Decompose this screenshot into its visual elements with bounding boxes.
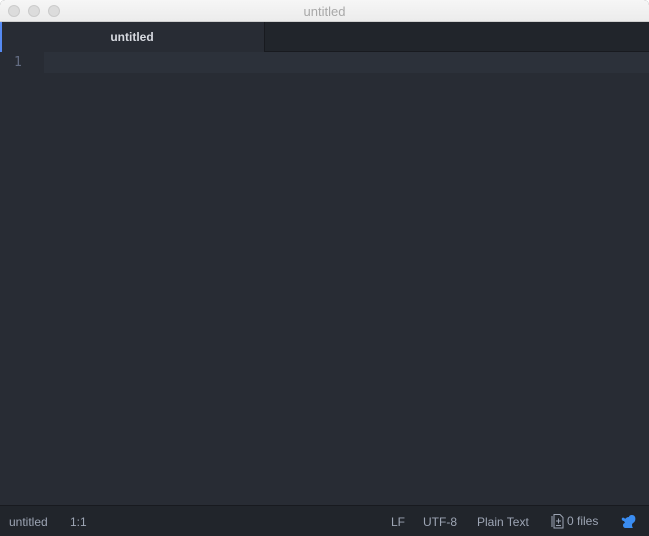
file-diff-icon: [551, 514, 564, 529]
line-number-gutter: 1: [0, 52, 44, 505]
tab-label: untitled: [110, 30, 154, 44]
status-grammar[interactable]: Plain Text: [477, 515, 529, 529]
text-editor[interactable]: 1: [0, 52, 649, 505]
tab-bar: untitled: [0, 22, 649, 52]
files-count: 0 files: [567, 514, 599, 528]
status-line-ending[interactable]: LF: [391, 515, 405, 529]
status-bar: untitled 1:1 LF UTF-8 Plain Text 0 files: [0, 505, 649, 536]
tab-untitled[interactable]: untitled: [0, 22, 265, 52]
status-cursor-position[interactable]: 1:1: [70, 515, 87, 529]
squirrel-icon[interactable]: [620, 513, 636, 529]
status-git-files[interactable]: 0 files: [551, 513, 598, 529]
app-window: untitled untitled 1 untitled 1:1 LF UTF-…: [0, 0, 649, 536]
status-file-name[interactable]: untitled: [9, 515, 48, 529]
status-encoding[interactable]: UTF-8: [423, 515, 457, 529]
current-line-highlight[interactable]: [44, 52, 649, 73]
line-number: 1: [14, 55, 22, 70]
title-bar: untitled: [0, 0, 649, 22]
window-title: untitled: [303, 4, 346, 19]
